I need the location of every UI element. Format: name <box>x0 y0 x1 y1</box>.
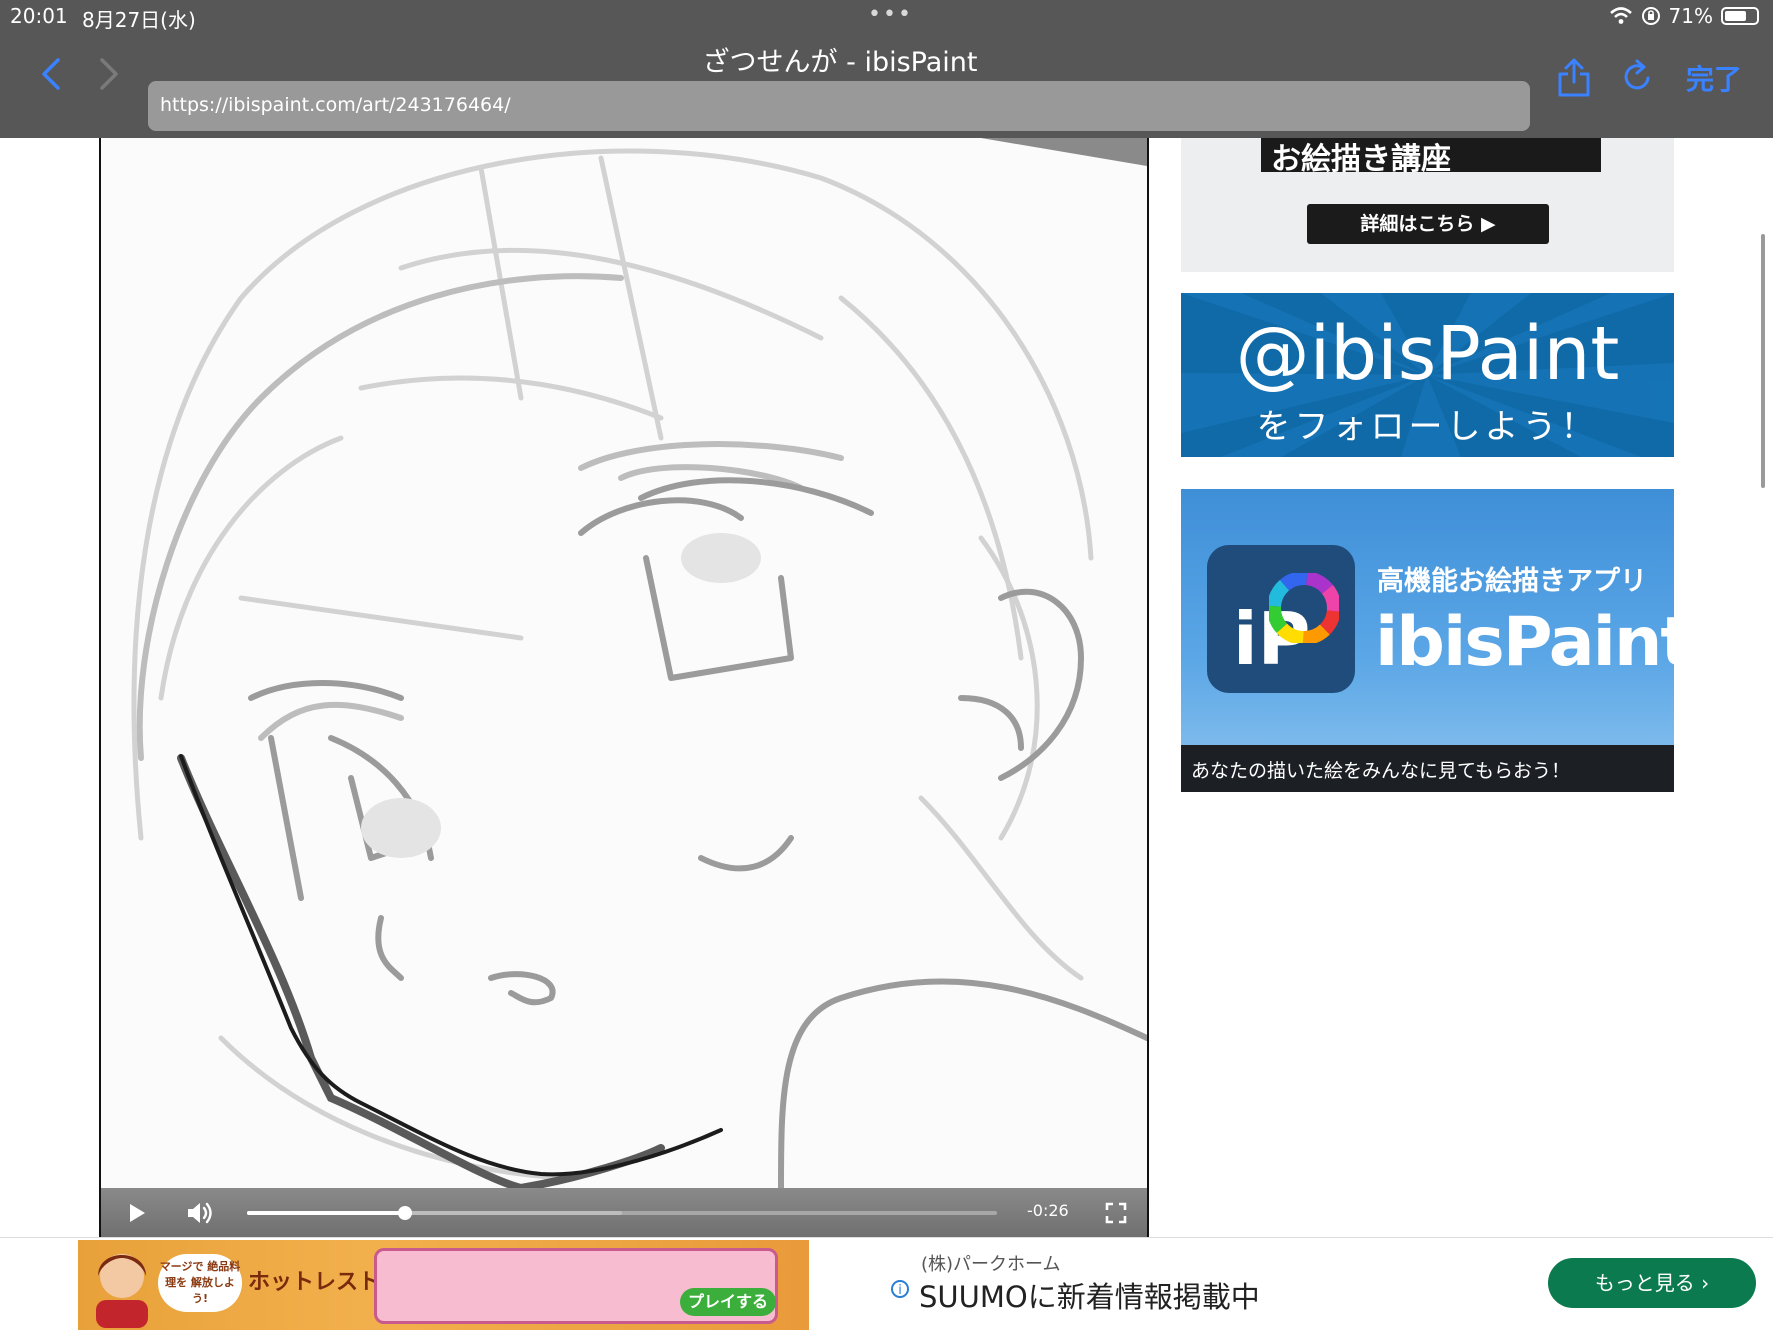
color-wheel-icon <box>1269 573 1339 643</box>
done-button[interactable]: 完了 <box>1686 58 1742 98</box>
battery-percent: 71% <box>1668 4 1713 28</box>
follow-ad[interactable]: @ibisPaint をフォローしよう！ <box>1181 293 1674 457</box>
back-chevron-icon[interactable] <box>38 54 66 94</box>
played-bar <box>247 1211 405 1215</box>
ad-info-icon[interactable]: i <box>891 1280 909 1298</box>
video-player[interactable]: -0:26 <box>99 138 1149 1237</box>
sketch-artwork <box>101 138 1147 1188</box>
multitasking-dots-icon[interactable]: ••• <box>868 2 913 27</box>
app-ad[interactable]: iP 高機能お絵描きアプリ ibisPaint あなたの描いた絵をみんなに見ても… <box>1181 489 1674 792</box>
share-icon[interactable] <box>1556 56 1592 98</box>
app-tagline: 高機能お絵描きアプリ <box>1377 566 1647 597</box>
bottom-ad-banner[interactable]: マージで 絶品料理を 解放しよう! ホットレストラン プレイする i (株)パー… <box>0 1237 1773 1330</box>
lecture-ad[interactable]: お絵描き講座 詳細はこちら ▶ <box>1181 138 1674 272</box>
game-speech-bubble: マージで 絶品料理を 解放しよう! <box>158 1254 242 1312</box>
wifi-icon <box>1609 7 1632 24</box>
details-button[interactable]: 詳細はこちら ▶ <box>1307 204 1549 244</box>
play-icon[interactable] <box>125 1201 149 1225</box>
browser-toolbar: 20:01 8月27日(水) ••• 71% ざつせんが - ibisPaint… <box>0 0 1773 138</box>
scrollbar[interactable] <box>1761 234 1765 488</box>
status-time: 20:01 <box>10 4 68 28</box>
game-ad[interactable]: マージで 絶品料理を 解放しよう! ホットレストラン プレイする <box>78 1240 809 1330</box>
ad-sponsor: (株)パークホーム <box>921 1254 1061 1275</box>
see-more-button[interactable]: もっと見る › <box>1548 1258 1756 1308</box>
status-right: 71% <box>1609 4 1759 28</box>
ad-headline: SUUMOに新着情報掲載中 <box>919 1280 1260 1314</box>
orientation-lock-icon <box>1641 7 1660 25</box>
app-ad-caption: あなたの描いた絵をみんなに見てもらおう！ <box>1191 760 1571 782</box>
ibispaint-handle: @ibisPaint <box>1235 311 1620 397</box>
volume-icon[interactable] <box>185 1200 213 1226</box>
scrub-thumb[interactable] <box>397 1206 412 1220</box>
reload-icon[interactable] <box>1620 56 1656 96</box>
status-date: 8月27日(水) <box>82 8 196 32</box>
url-text: https://ibispaint.com/art/243176464/ <box>160 94 511 116</box>
video-controls: -0:26 <box>101 1188 1147 1237</box>
chef-character-icon <box>96 1254 148 1328</box>
video-progress-slider[interactable] <box>247 1206 997 1220</box>
follow-subtitle: をフォローしよう！ <box>1256 407 1599 447</box>
time-remaining: -0:26 <box>1027 1201 1069 1220</box>
battery-fill <box>1725 11 1747 21</box>
page-title: ざつせんが - ibisPaint <box>702 47 978 78</box>
url-bar[interactable]: https://ibispaint.com/art/243176464/ <box>148 81 1530 131</box>
app-ad-caption-bar: あなたの描いた絵をみんなに見てもらおう！ <box>1181 745 1674 792</box>
ibispaint-app-icon: iP <box>1207 545 1355 693</box>
forward-chevron-icon[interactable] <box>94 54 122 94</box>
battery-icon <box>1721 7 1759 25</box>
fullscreen-icon[interactable] <box>1105 1202 1127 1224</box>
app-brand: ibisPaint <box>1375 603 1674 682</box>
play-button[interactable]: プレイする <box>680 1288 776 1316</box>
lecture-ad-title: お絵描き講座 <box>1271 142 1451 177</box>
